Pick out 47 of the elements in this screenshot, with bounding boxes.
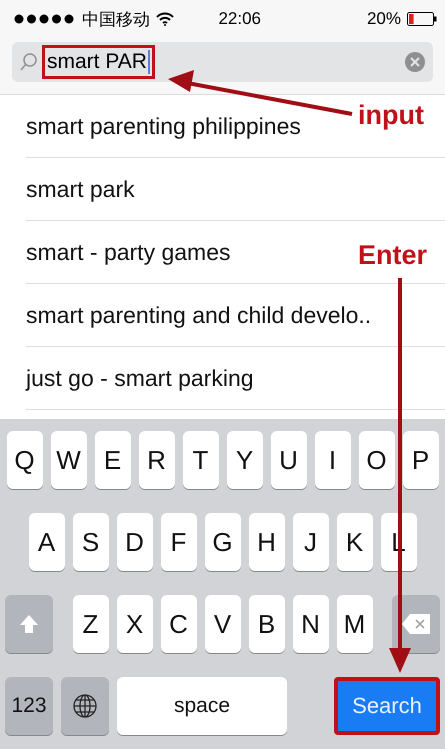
key[interactable]: D xyxy=(116,513,152,571)
carrier-name: 中国移动 xyxy=(82,8,150,30)
key[interactable]: P xyxy=(402,431,438,489)
battery-icon xyxy=(407,12,437,26)
key[interactable]: T xyxy=(182,431,218,489)
suggestion-item[interactable]: smart parenting and child develo.. xyxy=(26,284,445,347)
key[interactable]: U xyxy=(270,431,306,489)
space-key[interactable]: space xyxy=(117,677,287,735)
globe-icon xyxy=(72,693,98,719)
clear-icon[interactable] xyxy=(405,52,425,72)
key[interactable]: I xyxy=(314,431,350,489)
numbers-key[interactable]: 123 xyxy=(5,677,53,735)
key[interactable]: Q xyxy=(6,431,42,489)
suggestion-item[interactable]: just go - smart parking xyxy=(26,347,445,410)
key[interactable]: A xyxy=(28,513,64,571)
key[interactable]: Y xyxy=(226,431,262,489)
arrow-up-icon xyxy=(18,613,40,635)
key[interactable]: V xyxy=(204,595,240,653)
search-key[interactable]: Search xyxy=(334,677,440,735)
key[interactable]: B xyxy=(248,595,284,653)
key[interactable]: C xyxy=(160,595,196,653)
signal-icon xyxy=(14,14,76,24)
key[interactable]: X xyxy=(116,595,152,653)
key[interactable]: N xyxy=(292,595,328,653)
key[interactable]: H xyxy=(248,513,284,571)
key[interactable]: W xyxy=(50,431,86,489)
search-icon xyxy=(20,53,38,71)
key[interactable]: F xyxy=(160,513,196,571)
key[interactable]: O xyxy=(358,431,394,489)
suggestion-item[interactable]: smart park xyxy=(26,158,445,221)
search-query: smart PAR xyxy=(42,45,155,79)
annotation-label: input xyxy=(358,100,424,131)
key[interactable]: Z xyxy=(72,595,108,653)
backspace-icon xyxy=(401,613,431,635)
key[interactable]: M xyxy=(336,595,372,653)
key[interactable]: S xyxy=(72,513,108,571)
annotation-label: Enter xyxy=(358,240,428,271)
key[interactable]: R xyxy=(138,431,174,489)
key[interactable]: K xyxy=(336,513,372,571)
globe-key[interactable] xyxy=(61,677,109,735)
key[interactable]: J xyxy=(292,513,328,571)
key[interactable]: E xyxy=(94,431,130,489)
key[interactable]: G xyxy=(204,513,240,571)
search-field[interactable]: smart PAR xyxy=(12,42,433,82)
battery-percent: 20% xyxy=(366,9,401,29)
clock-time: 22:06 xyxy=(217,9,262,29)
wifi-icon xyxy=(156,12,174,26)
